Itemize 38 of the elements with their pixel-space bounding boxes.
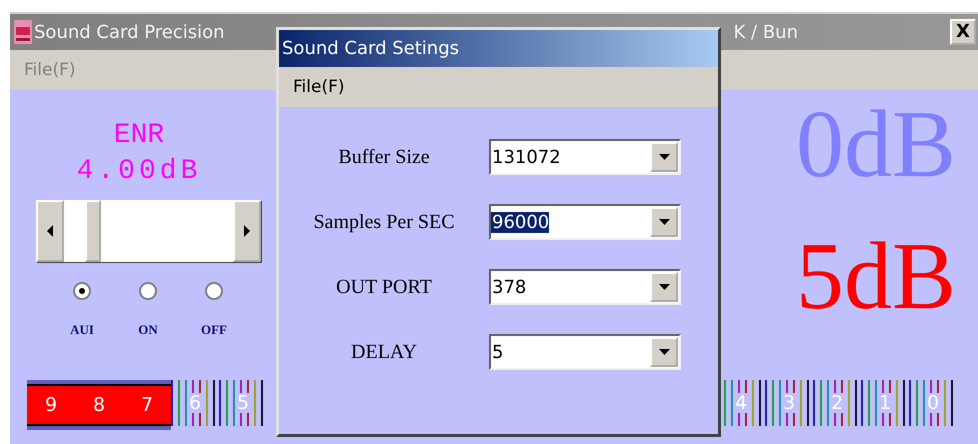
field-label: Buffer Size — [337, 146, 431, 168]
radio-label: ON — [138, 322, 158, 338]
menu-item[interactable]: File(F) — [293, 77, 344, 97]
close-button[interactable]: X — [950, 19, 976, 45]
dropdown-field[interactable]: 378 — [489, 269, 681, 305]
caret-icon — [658, 219, 670, 225]
caret-icon — [658, 154, 670, 160]
window-title: K / Bun — [734, 22, 798, 42]
db-reading: 0dB — [796, 96, 956, 192]
scroll-right-button[interactable] — [232, 200, 260, 262]
radio-button[interactable] — [205, 282, 223, 300]
left-arrow-icon — [46, 225, 54, 237]
enr-label: ENR — [114, 119, 164, 153]
caret-icon — [658, 349, 670, 355]
db-reading: 5dB — [796, 228, 956, 324]
dropdown-button[interactable] — [650, 142, 678, 172]
field-label: DELAY — [350, 340, 418, 364]
dropdown-button[interactable] — [650, 337, 678, 367]
radio-label: AUI — [70, 322, 94, 338]
app-logo-icon — [14, 20, 32, 44]
enr-slider[interactable] — [36, 200, 260, 262]
slider-thumb[interactable] — [85, 200, 102, 262]
radio-button[interactable] — [139, 282, 157, 300]
scroll-left-button[interactable] — [36, 200, 64, 262]
caret-icon — [658, 284, 670, 290]
field-label: OUT PORT — [335, 276, 433, 298]
field-label: Samples Per SEC — [312, 210, 456, 234]
dropdown-button[interactable] — [650, 272, 678, 302]
radio-button[interactable] — [73, 282, 91, 300]
dropdown-field[interactable]: 5 — [489, 334, 681, 370]
dialog-title: Sound Card Setings — [279, 30, 718, 67]
enr-value: 4.00dB — [76, 155, 202, 189]
dropdown-field[interactable]: 96000 — [489, 204, 681, 240]
dropdown-field[interactable]: 131072 — [489, 139, 681, 175]
right-arrow-icon — [242, 225, 250, 237]
radio-label: OFF — [201, 322, 227, 338]
dropdown-button[interactable] — [650, 207, 678, 237]
window-title: Sound Card Precision — [34, 22, 225, 42]
